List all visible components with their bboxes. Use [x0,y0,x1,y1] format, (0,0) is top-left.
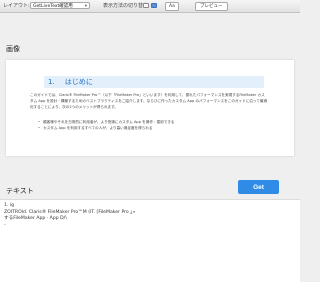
doc-heading-text: はじめに [64,78,93,86]
image-container: 1. はじめに このガイドでは、Claris® FileMaker Pro™（以… [6,60,294,156]
text-section-title: テキスト [6,187,34,195]
list-view-icon[interactable] [151,3,157,8]
layout-select[interactable]: GetLiveText確認用 ▾ [30,2,90,9]
chevron-down-icon: ▾ [84,4,87,9]
document-image: 1. はじめに このガイドでは、Claris® FileMaker Pro™（以… [26,72,272,146]
format-bar-button[interactable]: Aa [165,2,179,11]
layout-select-value: GetLiveText確認用 [33,4,73,9]
doc-heading-number: 1. [48,78,55,86]
image-section-title: 画像 [6,45,20,53]
preview-button[interactable]: プレビュー [195,2,228,11]
doc-paragraph: このガイドでは、Claris® FileMaker Pro™（以下「FileMa… [30,93,268,109]
layout-toolbar: レイアウト: GetLiveText確認用 ▾ 表示方法の切り替え: Aa プレ… [0,0,300,13]
doc-bullet-list: 顧客様やそれを日常的に利用者が、より快適にカスタム App を操作・運用できる … [38,119,263,131]
text-result-lines: 1. ig ZOITROld. Claris® FileMaker Pro™M (… [4,203,294,229]
doc-bullet-item: カスタム App を利用するすべての人が、より高い満足度を得られる [38,125,263,131]
text-line: - [4,222,6,228]
doc-heading: 1. はじめに [44,76,264,88]
text-result-field[interactable]: 1. ig ZOITROld. Claris® FileMaker Pro™M (… [0,199,300,282]
layout-label: レイアウト: [3,3,30,9]
get-button[interactable]: Get [238,180,279,194]
form-view-icon[interactable] [143,3,149,8]
